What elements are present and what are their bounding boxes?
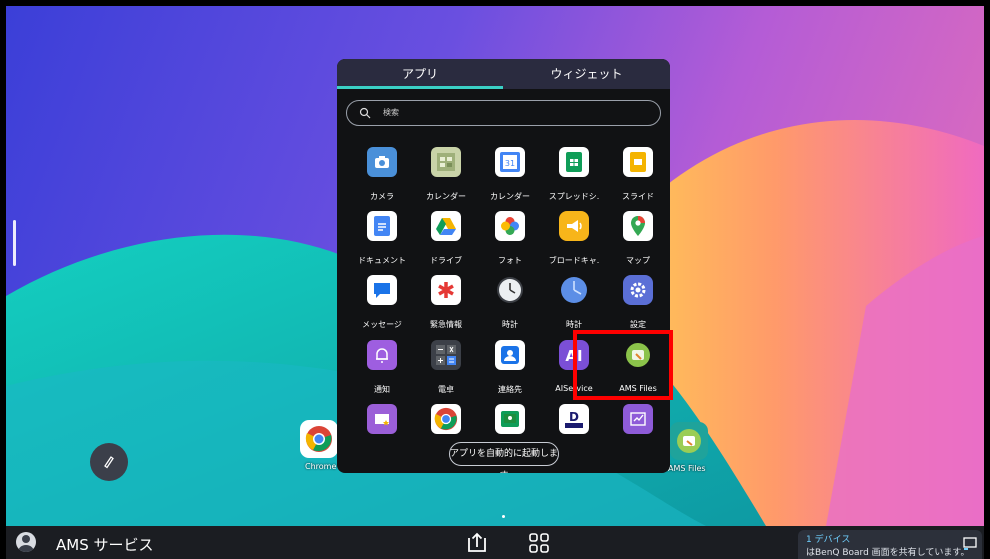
app-drive[interactable]: ドライブ bbox=[414, 211, 478, 275]
app-calendar[interactable]: カレンダー bbox=[414, 147, 478, 211]
app-messages[interactable]: メッセージ bbox=[350, 275, 414, 339]
app-drawer: アプリ ウィジェット 検索 カメラ カレンダー 31 カレンダー スプレッドシ. bbox=[337, 59, 670, 473]
tab-apps[interactable]: アプリ bbox=[337, 59, 503, 89]
app-label: フォト bbox=[498, 256, 522, 265]
drive-icon bbox=[431, 211, 461, 241]
emergency-icon bbox=[431, 275, 461, 305]
app-google-calendar[interactable]: 31 カレンダー bbox=[478, 147, 542, 211]
dock-ams-files-label: AMS Files bbox=[668, 464, 706, 473]
camera-icon bbox=[367, 147, 397, 177]
dock-chrome-label: Chrome bbox=[305, 462, 337, 471]
search-icon bbox=[359, 107, 371, 119]
app-camera[interactable]: カメラ bbox=[350, 147, 414, 211]
highlight-box bbox=[573, 330, 673, 400]
app-slides[interactable]: スライド bbox=[606, 147, 670, 211]
app-label: スライド bbox=[622, 192, 654, 201]
app-calculator[interactable]: 電卓 bbox=[414, 340, 478, 404]
share-device-count: 1 デバイス bbox=[806, 535, 851, 545]
app-label: スプレッドシ. bbox=[548, 192, 600, 201]
app-label: 時計 bbox=[566, 320, 582, 329]
whiteboard-icon bbox=[623, 404, 653, 434]
broadcast-icon bbox=[559, 211, 589, 241]
app-label: 設定 bbox=[630, 320, 646, 329]
app-broadcast[interactable]: ブロードキャ. bbox=[542, 211, 606, 275]
app-label: カレンダー bbox=[426, 192, 466, 201]
search-input[interactable]: 検索 bbox=[346, 100, 661, 126]
star-mail-icon bbox=[367, 404, 397, 434]
tab-indicator bbox=[337, 86, 503, 89]
share-screen-button[interactable] bbox=[465, 531, 489, 555]
chrome-icon bbox=[305, 426, 332, 452]
app-label: ドライブ bbox=[430, 256, 462, 265]
app-emergency[interactable]: 緊急情報 bbox=[414, 275, 478, 339]
edge-handle[interactable] bbox=[13, 220, 16, 266]
drawer-tabs: アプリ ウィジェット bbox=[337, 59, 670, 89]
chrome-icon bbox=[431, 404, 461, 434]
pen-button[interactable] bbox=[90, 443, 128, 481]
messages-icon bbox=[367, 275, 397, 305]
search-placeholder: 検索 bbox=[383, 108, 399, 117]
slides-icon bbox=[623, 147, 653, 177]
sheets-icon bbox=[559, 147, 589, 177]
pen-icon bbox=[104, 456, 114, 469]
cast-icon bbox=[963, 537, 977, 550]
app-label: ドキュメント bbox=[358, 256, 406, 265]
app-row5-5[interactable] bbox=[606, 404, 670, 468]
app-label: 時計 bbox=[502, 320, 518, 329]
app-label: マップ bbox=[626, 256, 650, 265]
page-indicator bbox=[502, 515, 505, 518]
app-docs[interactable]: ドキュメント bbox=[350, 211, 414, 275]
dock-chrome[interactable] bbox=[300, 420, 338, 458]
ams-files-icon bbox=[677, 429, 701, 453]
google-calendar-icon: 31 bbox=[495, 147, 525, 177]
settings-icon bbox=[623, 275, 653, 305]
taskbar: AMS サービス 1 デバイス はBenQ Board 画面を共有しています。 bbox=[6, 526, 984, 559]
user-icon bbox=[18, 535, 34, 552]
benq-icon: D bbox=[559, 404, 589, 434]
app-photos[interactable]: フォト bbox=[478, 211, 542, 275]
app-label: カメラ bbox=[370, 192, 394, 201]
clock-blue-icon bbox=[559, 275, 589, 305]
grid-icon bbox=[529, 533, 549, 553]
auto-launch-button[interactable]: アプリを自動的に起動します bbox=[449, 442, 559, 473]
maps-icon bbox=[623, 211, 653, 241]
upload-icon bbox=[468, 532, 486, 552]
notification-icon bbox=[367, 340, 397, 370]
app-maps[interactable]: マップ bbox=[606, 211, 670, 275]
app-label: メッセージ bbox=[362, 320, 402, 329]
calendar-icon bbox=[431, 147, 461, 177]
photos-icon bbox=[495, 211, 525, 241]
app-label: カレンダー bbox=[490, 192, 530, 201]
app-label: ブロードキャ. bbox=[548, 256, 600, 265]
docs-icon bbox=[367, 211, 397, 241]
calculator-icon bbox=[431, 340, 461, 370]
svg-text:31: 31 bbox=[505, 159, 515, 168]
app-label: 緊急情報 bbox=[430, 320, 462, 329]
svg-text:D: D bbox=[569, 410, 579, 424]
app-contacts[interactable]: 連絡先 bbox=[478, 340, 542, 404]
tab-widgets[interactable]: ウィジェット bbox=[503, 59, 670, 89]
app-notification[interactable]: 通知 bbox=[350, 340, 414, 404]
app-sheets[interactable]: スプレッドシ. bbox=[542, 147, 606, 211]
clock-icon bbox=[495, 275, 525, 305]
contacts-icon bbox=[495, 340, 525, 370]
dock-ams-files[interactable] bbox=[670, 422, 708, 460]
user-name[interactable]: AMS サービス bbox=[56, 534, 154, 555]
share-status-text: はBenQ Board 画面を共有しています。 bbox=[806, 548, 970, 558]
screen-share-status[interactable]: 1 デバイス はBenQ Board 画面を共有しています。 bbox=[798, 530, 982, 559]
avatar[interactable] bbox=[16, 532, 36, 552]
app-clock[interactable]: 時計 bbox=[478, 275, 542, 339]
classroom-icon bbox=[495, 404, 525, 434]
app-row5-1[interactable] bbox=[350, 404, 414, 468]
app-label: 連絡先 bbox=[498, 385, 522, 394]
app-grid-button[interactable] bbox=[527, 531, 551, 555]
app-label: 電卓 bbox=[438, 385, 454, 394]
app-label: 通知 bbox=[374, 385, 390, 394]
